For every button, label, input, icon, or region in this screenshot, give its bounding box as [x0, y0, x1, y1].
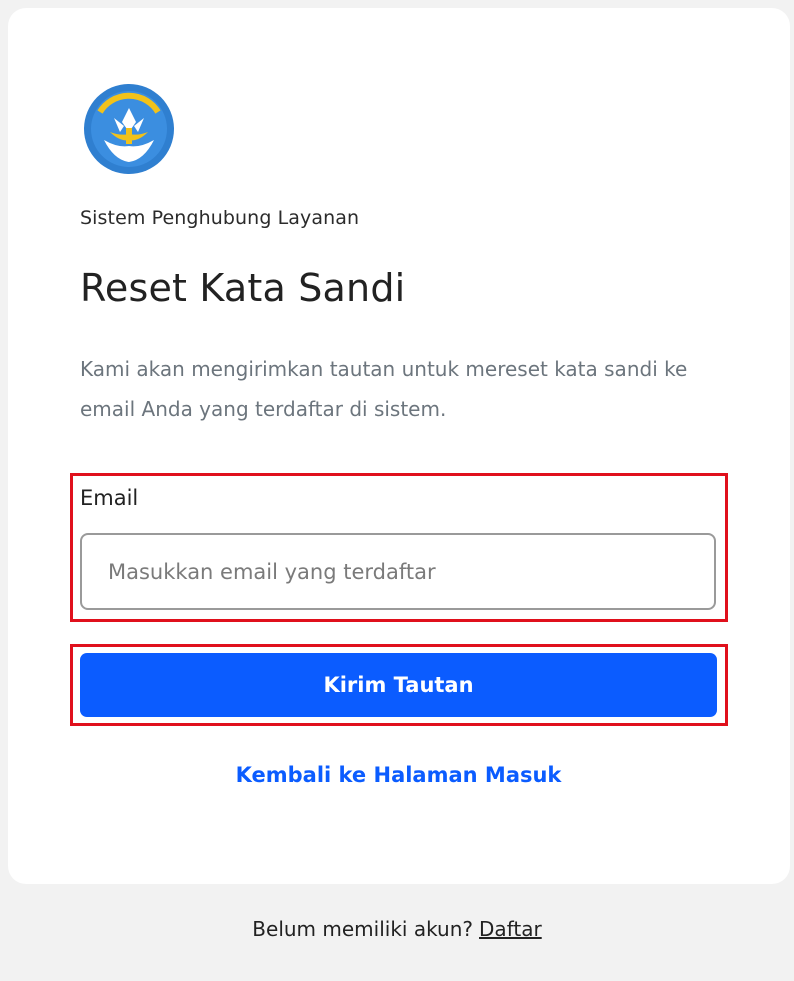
page-title: Reset Kata Sandi	[80, 266, 406, 310]
app-subtitle: Sistem Penghubung Layanan	[80, 207, 360, 229]
page-description: Kami akan mengirimkan tautan untuk meres…	[80, 357, 688, 421]
email-field[interactable]	[80, 533, 716, 610]
back-to-login-link[interactable]: Kembali ke Halaman Masuk	[80, 763, 717, 787]
send-link-button[interactable]: Kirim Tautan	[80, 653, 717, 717]
footer: Belum memiliki akun? Daftar	[0, 917, 794, 941]
register-link[interactable]: Daftar	[479, 917, 542, 941]
tut-wuri-handayani-logo-icon	[80, 82, 178, 176]
register-prompt: Belum memiliki akun?	[252, 917, 474, 941]
email-label: Email	[80, 486, 139, 510]
